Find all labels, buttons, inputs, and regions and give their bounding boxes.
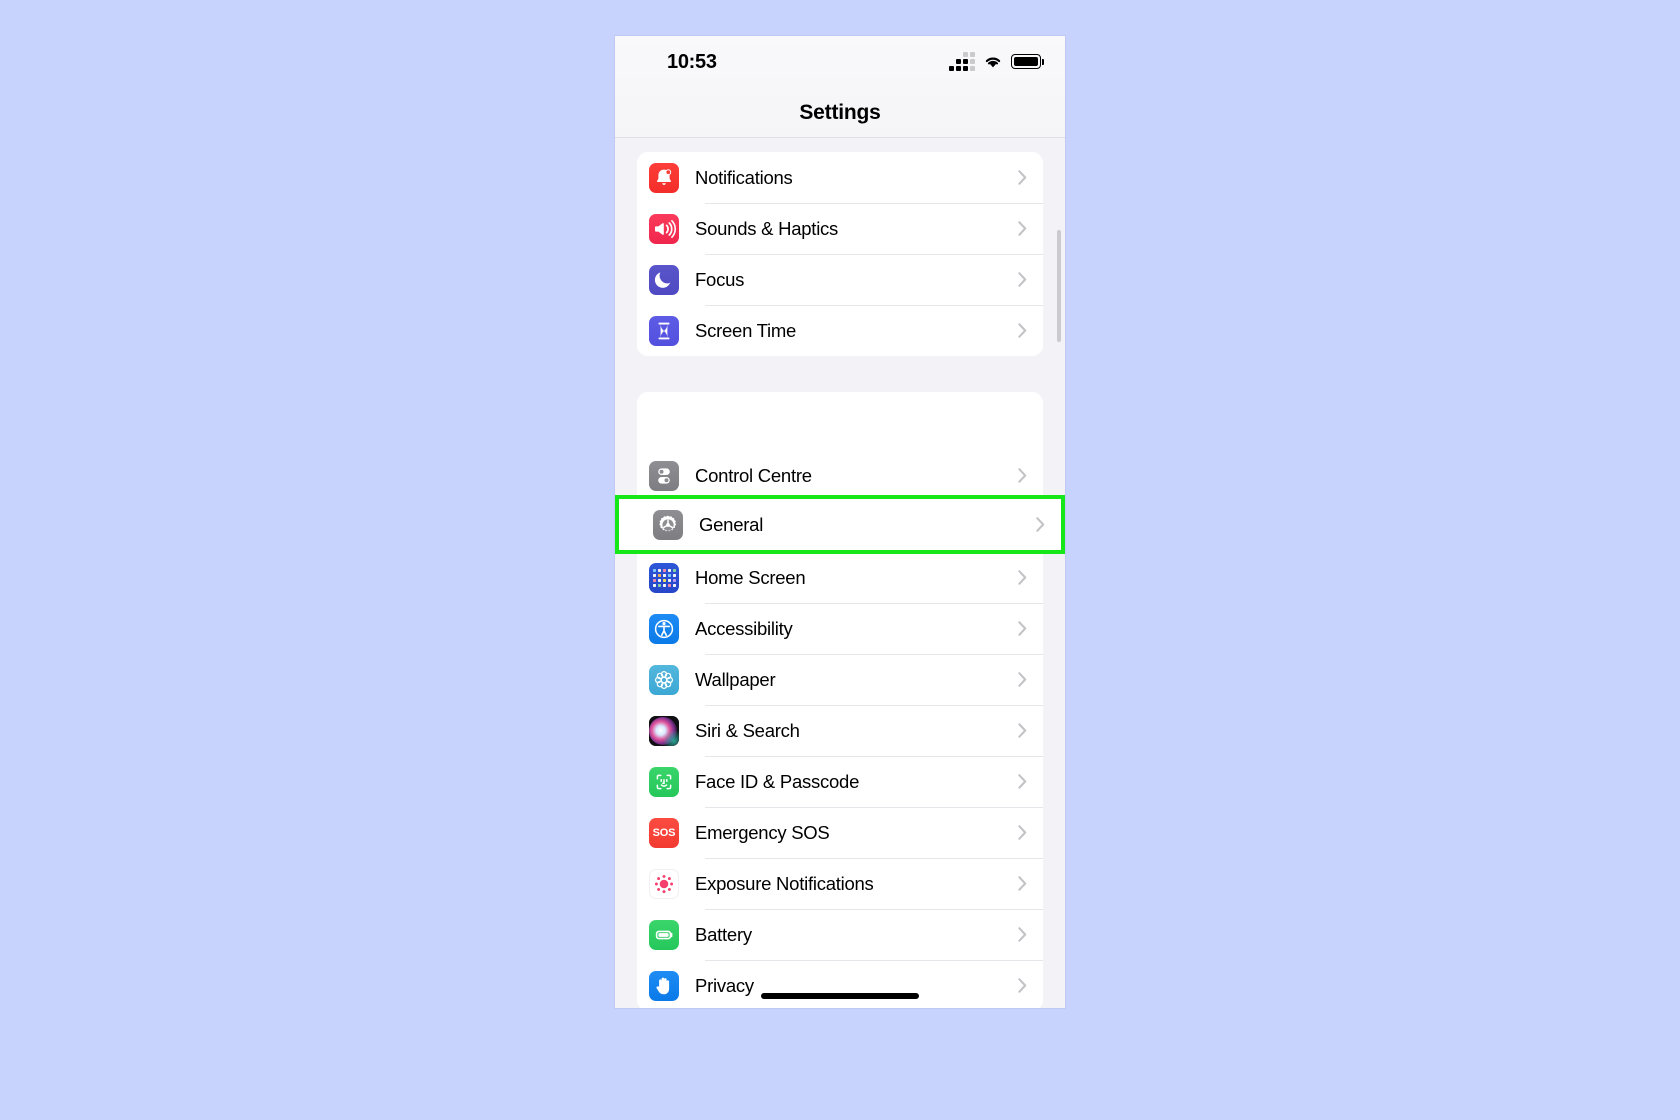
settings-row-label: Battery bbox=[695, 923, 752, 945]
navigation-bar: Settings bbox=[615, 88, 1065, 138]
settings-row-label: Face ID & Passcode bbox=[695, 770, 860, 792]
highlight-box-general: General bbox=[615, 495, 1065, 554]
wifi-icon bbox=[983, 54, 1003, 69]
chevron-right-icon bbox=[1018, 978, 1027, 993]
settings-row-screen-time[interactable]: Screen Time bbox=[637, 305, 1043, 356]
bell-icon bbox=[649, 162, 679, 193]
chevron-right-icon bbox=[1018, 621, 1027, 636]
sliders-icon bbox=[649, 460, 679, 491]
iphone-screen: 10:53 Settings Notifications Sounds & Ha… bbox=[615, 36, 1065, 1008]
settings-row-battery[interactable]: Battery bbox=[637, 909, 1043, 960]
notifications-group: Notifications Sounds & Haptics Focus Scr… bbox=[637, 152, 1043, 356]
settings-row-notifications[interactable]: Notifications bbox=[637, 152, 1043, 203]
battery-icon bbox=[649, 919, 679, 950]
settings-row-label: General bbox=[699, 513, 764, 535]
status-bar-indicators bbox=[949, 52, 1044, 71]
settings-row-siri-search[interactable]: Siri & Search bbox=[637, 705, 1043, 756]
settings-row-label: Wallpaper bbox=[695, 668, 776, 690]
exposure-radius-icon bbox=[649, 868, 679, 899]
chevron-right-icon bbox=[1018, 723, 1027, 738]
settings-row-label: Focus bbox=[695, 268, 745, 290]
settings-row-accessibility[interactable]: Accessibility bbox=[637, 603, 1043, 654]
settings-row-label: Home Screen bbox=[695, 566, 806, 588]
settings-row-label: Screen Time bbox=[695, 319, 797, 341]
settings-row-label: Siri & Search bbox=[695, 719, 800, 741]
settings-row-label: Exposure Notifications bbox=[695, 872, 874, 894]
settings-row-label: Accessibility bbox=[695, 617, 793, 639]
settings-row-label: Emergency SOS bbox=[695, 821, 830, 843]
flower-icon bbox=[649, 664, 679, 695]
chevron-right-icon bbox=[1036, 517, 1045, 532]
moon-icon bbox=[649, 264, 679, 295]
home-indicator[interactable] bbox=[761, 993, 919, 999]
siri-orb-icon bbox=[649, 715, 679, 746]
face-id-icon bbox=[649, 766, 679, 797]
hand-raised-icon bbox=[649, 970, 679, 1001]
chevron-right-icon bbox=[1018, 825, 1027, 840]
status-bar-clock: 10:53 bbox=[667, 51, 717, 73]
settings-row-wallpaper[interactable]: Wallpaper bbox=[637, 654, 1043, 705]
chevron-right-icon bbox=[1018, 272, 1027, 287]
general-row-placeholder bbox=[637, 392, 1043, 450]
settings-row-emergency-sos[interactable]: SOS Emergency SOS bbox=[637, 807, 1043, 858]
general-group: Control Centre AA Display & Brightness bbox=[637, 392, 1043, 1008]
settings-row-focus[interactable]: Focus bbox=[637, 254, 1043, 305]
settings-row-label: Sounds & Haptics bbox=[695, 217, 839, 239]
settings-row-sounds-haptics[interactable]: Sounds & Haptics bbox=[637, 203, 1043, 254]
chevron-right-icon bbox=[1018, 672, 1027, 687]
sos-icon: SOS bbox=[649, 817, 679, 848]
status-bar: 10:53 bbox=[615, 36, 1065, 88]
chevron-right-icon bbox=[1018, 570, 1027, 585]
settings-row-label: Control Centre bbox=[695, 464, 812, 486]
accessibility-icon bbox=[649, 613, 679, 644]
speaker-wave-icon bbox=[649, 213, 679, 244]
settings-row-face-id-passcode[interactable]: Face ID & Passcode bbox=[637, 756, 1043, 807]
hourglass-icon bbox=[649, 315, 679, 346]
settings-row-control-centre[interactable]: Control Centre bbox=[637, 450, 1043, 501]
app-grid-icon bbox=[649, 562, 679, 593]
battery-full-icon bbox=[1011, 54, 1044, 69]
cellular-signal-icon bbox=[949, 52, 975, 71]
settings-row-exposure-notifications[interactable]: Exposure Notifications bbox=[637, 858, 1043, 909]
chevron-right-icon bbox=[1018, 774, 1027, 789]
chevron-right-icon bbox=[1018, 927, 1027, 942]
settings-row-general[interactable]: General bbox=[619, 499, 1061, 550]
page-title: Settings bbox=[799, 100, 881, 124]
chevron-right-icon bbox=[1018, 323, 1027, 338]
gear-icon bbox=[653, 509, 683, 540]
chevron-right-icon bbox=[1018, 876, 1027, 891]
chevron-right-icon bbox=[1018, 468, 1027, 483]
settings-row-label: Notifications bbox=[695, 166, 793, 188]
chevron-right-icon bbox=[1018, 221, 1027, 236]
settings-row-home-screen[interactable]: Home Screen bbox=[637, 552, 1043, 603]
chevron-right-icon bbox=[1018, 170, 1027, 185]
settings-row-privacy[interactable]: Privacy bbox=[637, 960, 1043, 1008]
scrollbar-thumb[interactable] bbox=[1057, 230, 1061, 342]
settings-list[interactable]: Notifications Sounds & Haptics Focus Scr… bbox=[615, 152, 1065, 1008]
